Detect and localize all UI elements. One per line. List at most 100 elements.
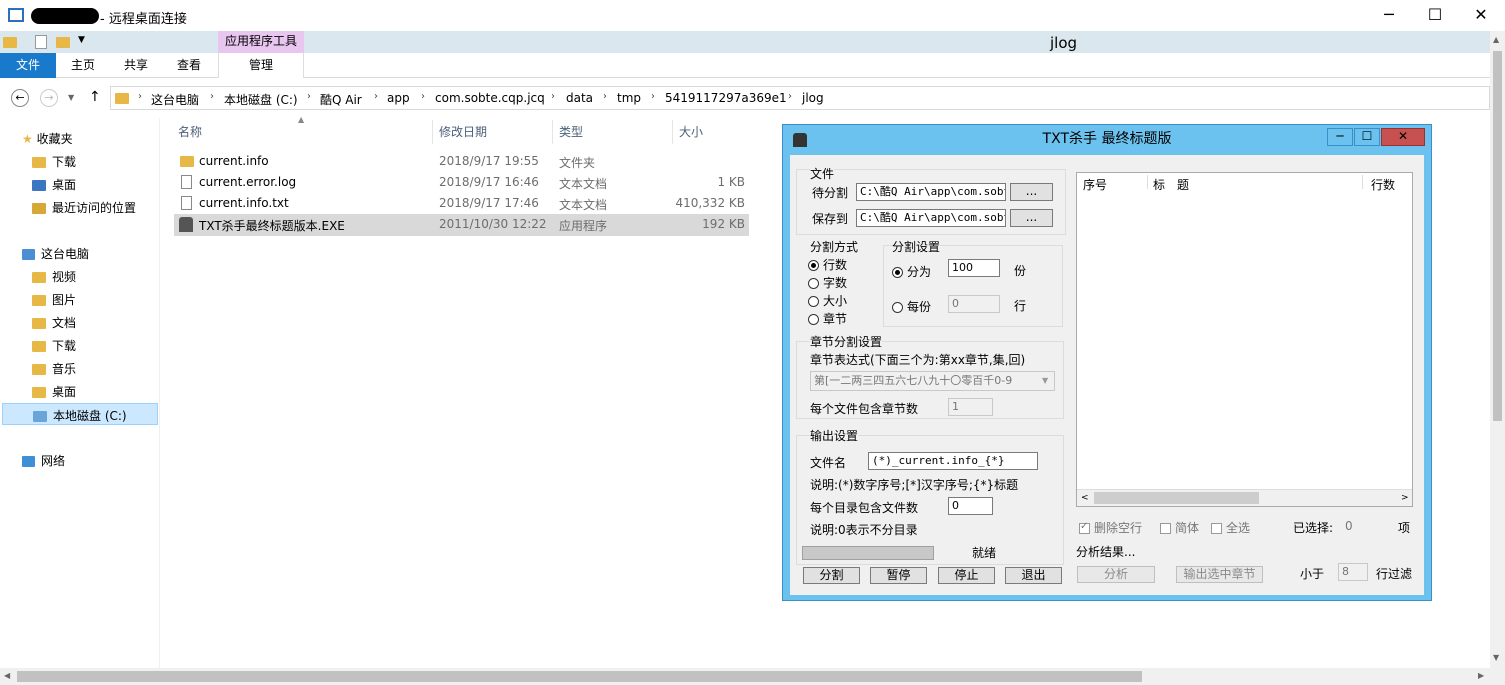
crumb-hash[interactable]: 5419117297a369e1 — [665, 91, 787, 105]
chapters-per-file-input[interactable]: 1 — [948, 398, 993, 416]
nav-item-recent[interactable]: 最近访问的位置 — [32, 199, 136, 216]
mode-chars-radio[interactable]: 字数 — [808, 274, 847, 291]
back-button[interactable]: ← — [11, 89, 29, 107]
chapter-list[interactable]: 序号 标 题 行数 < > — [1076, 172, 1413, 507]
scroll-down-icon[interactable]: ▼ — [1493, 653, 1499, 662]
scroll-thumb[interactable] — [1094, 492, 1259, 504]
scroll-thumb[interactable] — [1493, 51, 1502, 421]
browse-save-button[interactable]: ... — [1010, 209, 1053, 227]
list-header-index[interactable]: 序号 — [1083, 176, 1107, 193]
tab-home[interactable]: 主页 — [56, 53, 110, 78]
nav-this-pc[interactable]: 这台电脑 — [22, 245, 89, 262]
filter-lines-input[interactable]: 8 — [1338, 563, 1368, 581]
nav-favorites[interactable]: ★ 收藏夹 — [22, 130, 73, 147]
maximize-button[interactable]: ☐ — [1412, 0, 1458, 30]
scroll-right-icon[interactable]: > — [1401, 493, 1409, 503]
stop-button[interactable]: 停止 — [938, 567, 995, 584]
horizontal-scrollbar[interactable]: ◀ ▶ — [0, 668, 1505, 685]
list-header-lines[interactable]: 行数 — [1371, 176, 1395, 193]
scroll-left-icon[interactable]: ◀ — [4, 671, 10, 680]
nav-item-desktop[interactable]: 桌面 — [32, 176, 76, 193]
table-row[interactable]: current.info.txt 2018/9/17 17:46 文本文档 41… — [174, 194, 749, 214]
properties-icon[interactable] — [35, 35, 47, 49]
scroll-left-icon[interactable]: < — [1081, 493, 1089, 503]
list-hscroll[interactable]: < > — [1077, 489, 1412, 506]
select-all-checkbox[interactable]: 全选 — [1211, 519, 1250, 536]
vertical-scrollbar[interactable]: ▲ ▼ — [1490, 31, 1505, 668]
address-bar[interactable]: › 这台电脑 › 本地磁盘 (C:) › 酷Q Air › app › com.… — [110, 86, 1490, 110]
crumb-package[interactable]: com.sobte.cqp.jcq — [435, 91, 545, 105]
crumb-coolq[interactable]: 酷Q Air — [320, 91, 362, 108]
pause-button[interactable]: 暂停 — [870, 567, 927, 584]
simplified-checkbox[interactable]: 简体 — [1160, 519, 1199, 536]
crumb-this-pc[interactable]: 这台电脑 — [151, 91, 199, 108]
sort-arrow-icon: ▲ — [298, 115, 305, 124]
tab-share[interactable]: 共享 — [110, 53, 162, 78]
nav-item-videos[interactable]: 视频 — [32, 268, 76, 285]
each-part-radio[interactable]: 每份 — [892, 298, 931, 315]
dialog-minimize-button[interactable]: ─ — [1327, 128, 1353, 146]
crumb-app[interactable]: app — [387, 91, 410, 105]
up-button[interactable]: ↑ — [89, 89, 101, 105]
table-row[interactable]: current.error.log 2018/9/17 16:46 文本文档 1… — [174, 173, 749, 193]
nav-item-desktop-pc[interactable]: 桌面 — [32, 383, 76, 400]
crumb-tmp[interactable]: tmp — [617, 91, 641, 105]
column-header-date[interactable]: 修改日期 — [433, 120, 553, 144]
scroll-right-icon[interactable]: ▶ — [1478, 671, 1484, 680]
crumb-data[interactable]: data — [566, 91, 593, 105]
mode-size-radio[interactable]: 大小 — [808, 292, 847, 309]
analyze-button[interactable]: 分析 — [1077, 566, 1155, 583]
nav-item-downloads[interactable]: 下载 — [32, 153, 76, 170]
nav-item-music[interactable]: 音乐 — [32, 360, 76, 377]
browse-source-button[interactable]: ... — [1010, 183, 1053, 201]
dialog-maximize-button[interactable]: ☐ — [1354, 128, 1380, 146]
chevron-down-icon[interactable]: ▼ — [1042, 376, 1048, 385]
tab-view[interactable]: 查看 — [162, 53, 216, 78]
file-name: TXT杀手最终标题版本.EXE — [199, 219, 345, 233]
list-header-title[interactable]: 标 题 — [1153, 176, 1189, 193]
lines-per-part-input[interactable]: 0 — [948, 295, 1000, 313]
column-header-size[interactable]: 大小 — [673, 120, 753, 144]
save-to-input[interactable]: C:\酷Q Air\app\com.sobte — [856, 209, 1006, 227]
exit-button[interactable]: 退出 — [1005, 567, 1062, 584]
crumb-drive-c[interactable]: 本地磁盘 (C:) — [224, 91, 298, 108]
nav-item-pictures[interactable]: 图片 — [32, 291, 76, 308]
nav-network[interactable]: 网络 — [22, 452, 65, 469]
filename-input[interactable]: (*)_current.info_{*} — [868, 452, 1038, 470]
folder-icon[interactable] — [3, 37, 17, 48]
tab-file[interactable]: 文件 — [0, 53, 56, 78]
nav-item-drive-c[interactable]: 本地磁盘 (C:) — [2, 403, 158, 425]
chevron-down-icon[interactable]: ▼ — [78, 35, 85, 45]
files-per-dir-input[interactable]: 0 — [948, 497, 993, 515]
table-row[interactable]: current.info 2018/9/17 19:55 文件夹 — [174, 152, 749, 172]
mode-lines-radio[interactable]: 行数 — [808, 256, 847, 273]
dialog-close-button[interactable]: ✕ — [1381, 128, 1425, 146]
close-button[interactable]: ✕ — [1458, 0, 1504, 30]
minimize-button[interactable]: ─ — [1366, 0, 1412, 30]
mode-chapter-radio[interactable]: 章节 — [808, 310, 847, 327]
table-row[interactable]: TXT杀手最终标题版本.EXE 2011/10/30 12:22 应用程序 19… — [174, 215, 749, 235]
music-folder-icon — [32, 364, 46, 375]
split-button[interactable]: 分割 — [803, 567, 860, 584]
split-source-input[interactable]: C:\酷Q Air\app\com.sobte — [856, 183, 1006, 201]
file-date: 2011/10/30 12:22 — [439, 217, 547, 231]
split-into-radio[interactable]: 分为 — [892, 263, 931, 280]
file-size: 192 KB — [702, 217, 745, 231]
chapter-expr-select[interactable]: 第[一二两三四五六七八九十〇零百千0-9 — [810, 371, 1055, 391]
nav-item-downloads-pc[interactable]: 下载 — [32, 337, 76, 354]
crumb-jlog[interactable]: jlog — [802, 91, 824, 105]
nav-item-documents[interactable]: 文档 — [32, 314, 76, 331]
radio-dot — [892, 267, 903, 278]
redacted-host — [31, 8, 99, 24]
new-folder-icon[interactable] — [56, 37, 70, 48]
tab-manage[interactable]: 管理 — [218, 53, 304, 78]
column-header-type[interactable]: 类型 — [553, 120, 673, 144]
scroll-thumb[interactable] — [17, 671, 1142, 682]
scroll-up-icon[interactable]: ▲ — [1493, 35, 1499, 44]
forward-button[interactable]: → — [40, 89, 58, 107]
export-selected-button[interactable]: 输出选中章节 — [1176, 566, 1263, 583]
file-date: 2018/9/17 17:46 — [439, 196, 539, 210]
delete-empty-checkbox[interactable]: 删除空行 — [1079, 519, 1142, 536]
recent-dropdown-icon[interactable]: ▼ — [68, 93, 74, 102]
parts-count-input[interactable]: 100 — [948, 259, 1000, 277]
